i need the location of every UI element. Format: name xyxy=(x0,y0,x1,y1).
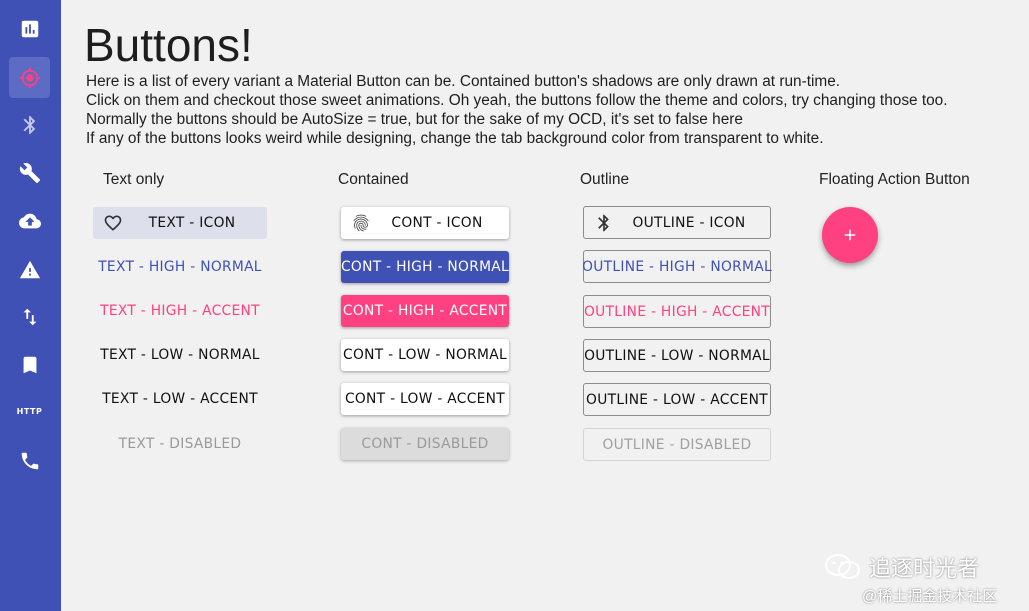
sidebar-item-buttons[interactable] xyxy=(9,57,50,98)
buttons-tab: Buttons! Here is a list of every variant… xyxy=(61,0,1029,611)
wechat-icon xyxy=(825,554,860,579)
sidebar-item-settings[interactable] xyxy=(9,152,50,193)
sidebar-item-phone[interactable] xyxy=(9,440,50,481)
sidebar-item-dashboard[interactable] xyxy=(9,8,50,49)
outline-disabled-button: OUTLINE - DISABLED xyxy=(583,428,771,461)
contained-high-accent-button[interactable]: CONT - HIGH - ACCENT xyxy=(341,295,509,327)
warning-icon xyxy=(19,260,40,278)
bluetooth-icon xyxy=(23,115,35,134)
heart-outline-icon xyxy=(103,213,123,233)
bluetooth-icon xyxy=(594,213,614,233)
fingerprint-icon xyxy=(351,213,371,233)
watermark-subtitle: @稀土掘金技术社区 xyxy=(862,588,998,605)
sidebar: HTTP xyxy=(0,0,61,611)
text-column-header: Text only xyxy=(103,171,165,188)
contained-low-normal-button[interactable]: CONT - LOW - NORMAL xyxy=(341,339,509,371)
text-low-accent-button[interactable]: TEXT - LOW - ACCENT xyxy=(93,383,267,415)
bar-chart-icon xyxy=(21,20,38,37)
outline-high-accent-button[interactable]: OUTLINE - HIGH - ACCENT xyxy=(583,295,771,328)
description-line: Normally the buttons should be AutoSize … xyxy=(86,111,743,128)
contained-high-normal-button[interactable]: CONT - HIGH - NORMAL xyxy=(341,251,509,283)
sidebar-item-bookmarks[interactable] xyxy=(9,344,50,385)
sidebar-item-bluetooth[interactable] xyxy=(9,104,50,145)
description-line: If any of the buttons looks weird while … xyxy=(86,130,824,147)
sidebar-item-warning[interactable] xyxy=(9,249,50,290)
fab-column-header: Floating Action Button xyxy=(819,171,970,188)
plus-icon xyxy=(844,229,856,241)
watermark: 追逐时光者 xyxy=(823,551,979,583)
bookmark-icon xyxy=(23,356,36,373)
outline-high-normal-button[interactable]: OUTLINE - HIGH - NORMAL xyxy=(582,250,772,283)
floating-action-button[interactable] xyxy=(822,207,878,263)
outline-icon-button[interactable]: OUTLINE - ICON xyxy=(583,206,771,239)
sidebar-item-transfer[interactable] xyxy=(9,296,50,337)
button-label: CONT - ICON xyxy=(391,215,483,231)
wrench-icon xyxy=(19,162,40,183)
phone-icon xyxy=(21,452,38,469)
contained-icon-button[interactable]: CONT - ICON xyxy=(341,207,509,239)
contained-disabled-button: CONT - DISABLED xyxy=(341,428,509,460)
sidebar-item-upload[interactable] xyxy=(9,200,50,241)
button-label: TEXT - ICON xyxy=(148,215,236,231)
page-description: Here is a list of every variant a Materi… xyxy=(86,72,948,148)
swap-vertical-icon xyxy=(23,308,36,325)
text-high-normal-button[interactable]: TEXT - HIGH - NORMAL xyxy=(93,251,267,283)
text-high-accent-button[interactable]: TEXT - HIGH - ACCENT xyxy=(93,295,267,327)
contained-low-accent-button[interactable]: CONT - LOW - ACCENT xyxy=(341,383,509,415)
page-title: Buttons! xyxy=(84,19,253,71)
text-low-normal-button[interactable]: TEXT - LOW - NORMAL xyxy=(93,339,267,371)
description-line: Click on them and checkout those sweet a… xyxy=(86,92,948,109)
description-line: Here is a list of every variant a Materi… xyxy=(86,73,841,90)
outline-low-normal-button[interactable]: OUTLINE - LOW - NORMAL xyxy=(583,339,771,372)
http-icon: HTTP xyxy=(16,407,43,416)
outline-low-accent-button[interactable]: OUTLINE - LOW - ACCENT xyxy=(583,383,771,416)
cloud-upload-icon xyxy=(18,213,41,228)
text-disabled-button: TEXT - DISABLED xyxy=(118,436,242,452)
button-label: OUTLINE - ICON xyxy=(632,214,746,231)
sidebar-item-http[interactable]: HTTP xyxy=(9,391,50,432)
outline-column-header: Outline xyxy=(580,171,630,188)
watermark-title: 追逐时光者 xyxy=(869,556,980,581)
crosshair-icon xyxy=(19,67,40,88)
text-icon-button[interactable]: TEXT - ICON xyxy=(93,207,267,239)
contained-column-header: Contained xyxy=(338,171,409,188)
